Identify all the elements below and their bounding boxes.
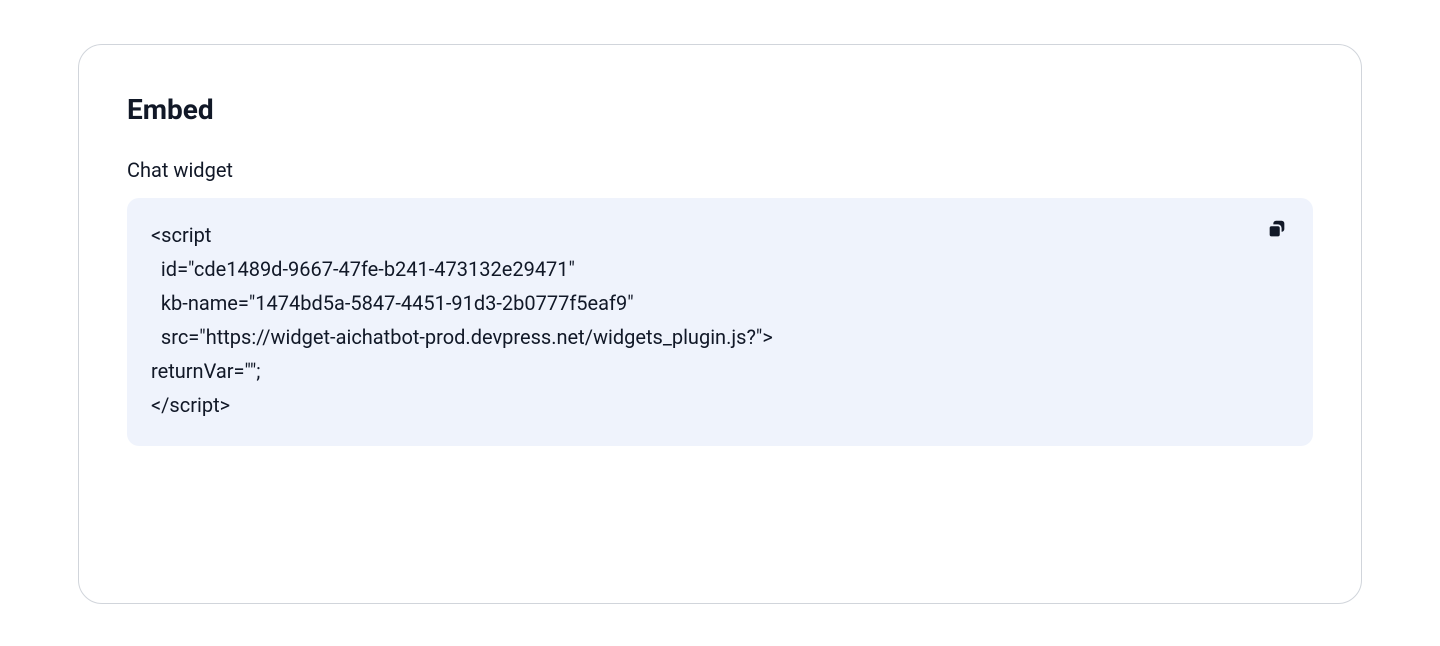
copy-icon [1266,218,1288,243]
code-line: id="cde1489d-9667-47fe-b241-473132e29471… [151,257,575,281]
section-subtitle: Chat widget [127,158,1313,182]
code-line: returnVar=""; [151,359,261,383]
code-line: src="https://widget-aichatbot-prod.devpr… [151,325,773,349]
embed-card: Embed Chat widget <script id="cde1489d-9… [78,44,1362,604]
copy-button[interactable] [1261,214,1293,246]
code-line: kb-name="1474bd5a-5847-4451-91d3-2b0777f… [151,291,634,315]
code-block: <script id="cde1489d-9667-47fe-b241-4731… [127,198,1313,446]
section-heading: Embed [127,93,1313,126]
code-content: <script id="cde1489d-9667-47fe-b241-4731… [151,218,1289,422]
code-line: </script> [151,393,230,417]
code-line: <script [151,223,211,247]
